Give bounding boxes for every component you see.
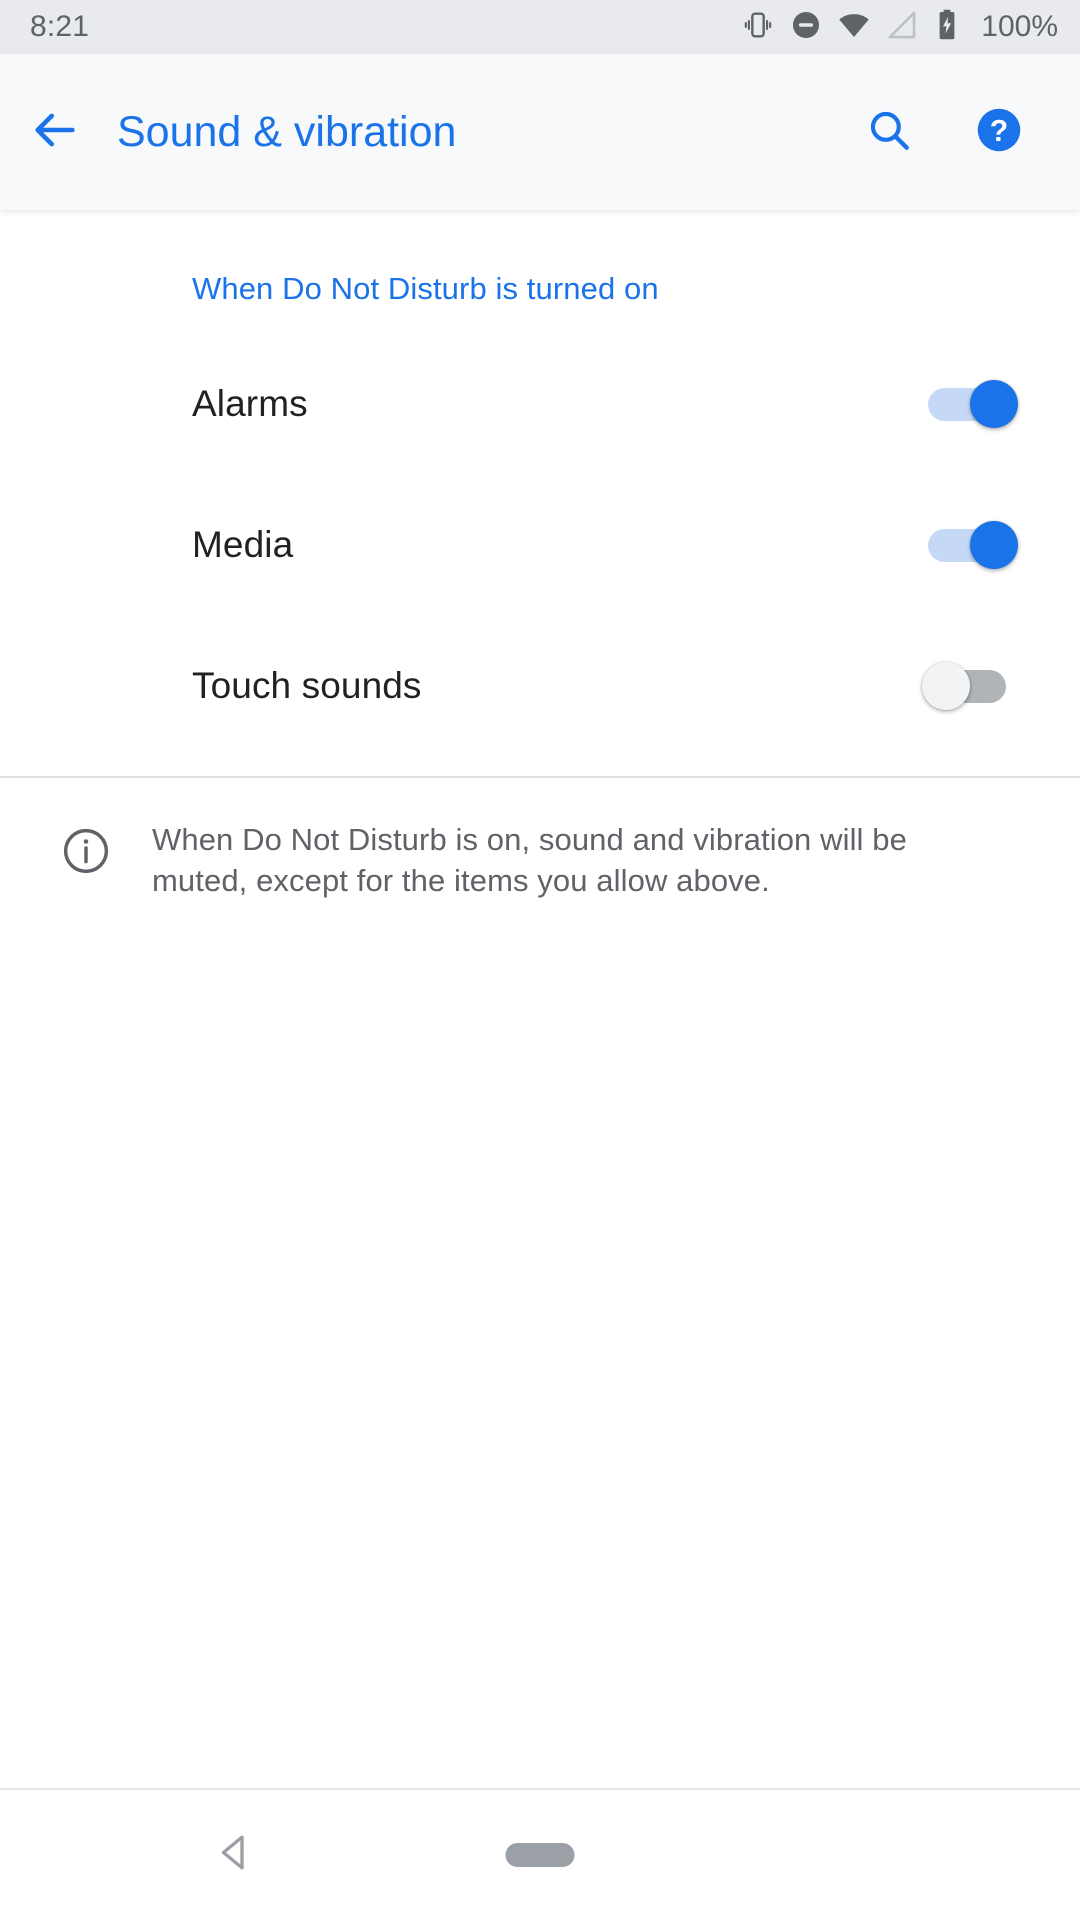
preference-list: Alarms Media Touch sounds [0, 333, 1080, 756]
app-bar-actions: ? [834, 54, 1080, 210]
toggle-thumb [970, 520, 1018, 569]
search-button[interactable] [834, 54, 944, 210]
wifi-icon [837, 8, 871, 47]
nav-home-pill-icon[interactable] [505, 1843, 575, 1867]
preference-label: Touch sounds [192, 664, 422, 706]
cell-signal-icon [885, 8, 919, 47]
media-toggle[interactable] [922, 520, 1018, 569]
preference-label: Alarms [192, 382, 308, 424]
toggle-thumb [922, 661, 970, 710]
help-button[interactable]: ? [944, 54, 1054, 210]
phone-screen: 8:21 100% Sound & vibration ? When Do No… [0, 0, 1080, 1920]
back-button[interactable] [0, 54, 110, 210]
touch-sounds-toggle[interactable] [922, 661, 1018, 710]
footer-info-text: When Do Not Disturb is on, sound and vib… [152, 822, 907, 899]
settings-content: When Do Not Disturb is turned on Alarms … [0, 210, 1080, 1920]
status-bar-icons: 100% [741, 8, 1058, 47]
alarms-toggle[interactable] [922, 379, 1018, 428]
system-navigation-bar [0, 1788, 1080, 1920]
preference-row-alarms[interactable]: Alarms [0, 333, 1080, 474]
battery-charging-icon [933, 8, 961, 47]
preference-label: Media [192, 523, 294, 565]
app-bar: Sound & vibration ? [0, 54, 1080, 210]
page-title: Sound & vibration [117, 107, 457, 156]
vibrate-icon [741, 8, 775, 47]
search-icon [864, 105, 914, 160]
preference-row-media[interactable]: Media [0, 474, 1080, 615]
help-icon: ? [974, 105, 1024, 160]
preference-row-touch-sounds[interactable]: Touch sounds [0, 615, 1080, 756]
back-arrow-icon [29, 104, 81, 161]
info-icon [48, 819, 124, 877]
svg-text:?: ? [990, 114, 1008, 147]
status-bar-clock: 8:21 [30, 10, 90, 43]
nav-back-icon[interactable] [214, 1832, 256, 1879]
battery-percentage-label: 100% [981, 10, 1058, 43]
footer-info-note: When Do Not Disturb is on, sound and vib… [0, 778, 1080, 901]
status-bar: 8:21 100% [0, 0, 1080, 54]
section-header: When Do Not Disturb is turned on [192, 271, 659, 306]
do-not-disturb-icon [789, 8, 823, 47]
toggle-thumb [970, 379, 1018, 428]
